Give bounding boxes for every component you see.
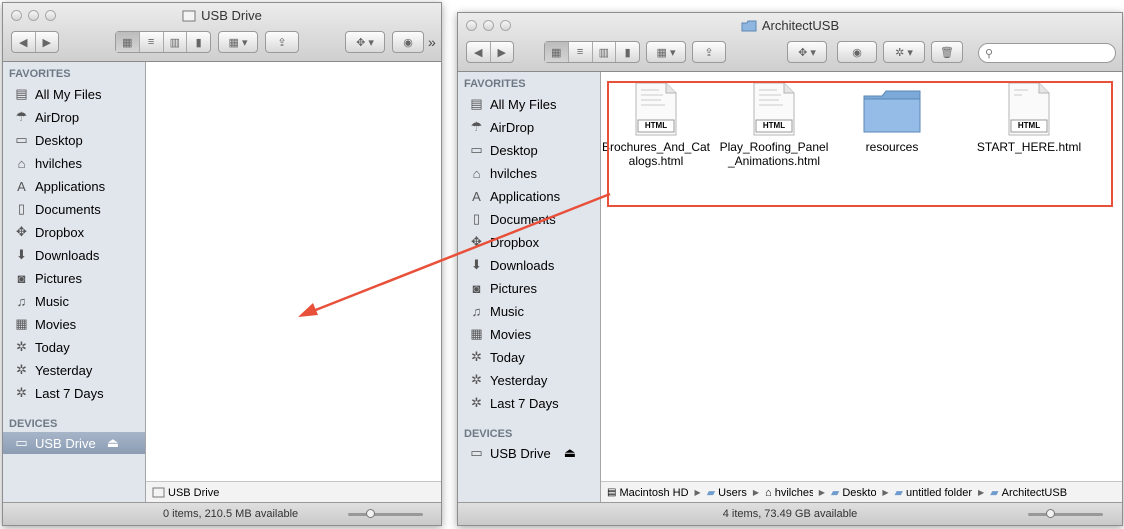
drag-annotation-arrow [298,192,611,317]
